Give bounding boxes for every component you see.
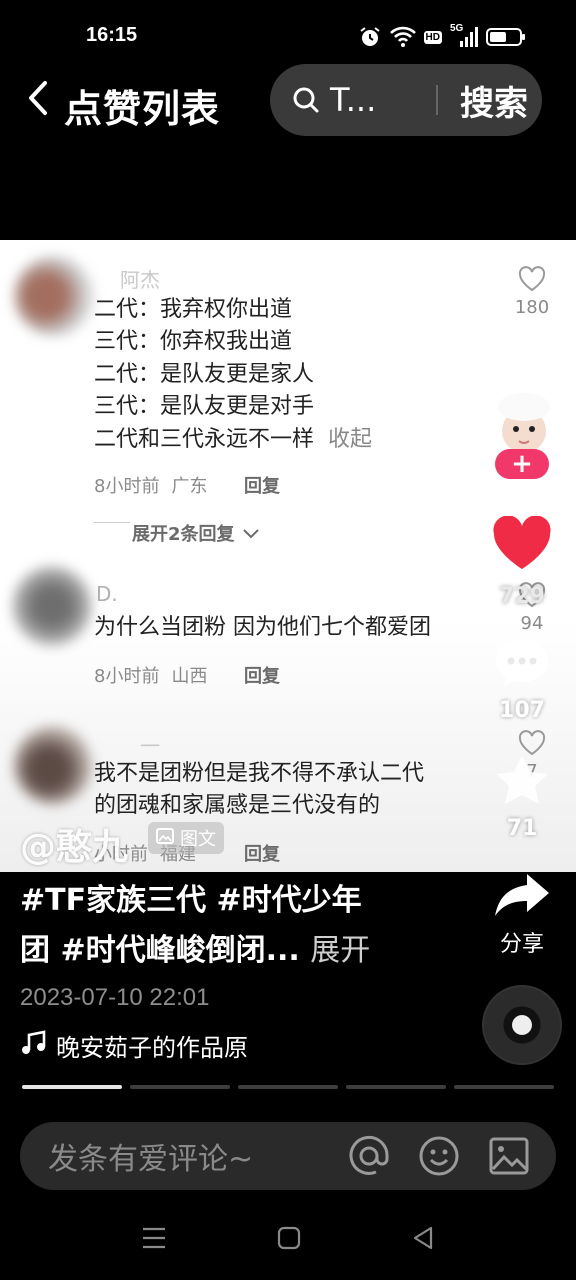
expand-replies-button[interactable]: 展开2条回复 (132, 520, 259, 546)
search-button[interactable]: 搜索 (460, 76, 528, 125)
comment-username: 一 (140, 734, 160, 758)
system-nav (0, 1210, 576, 1270)
comment-line: 我不是团粉但是我不得不承认二代 (94, 761, 425, 786)
search-bar[interactable]: T... 搜索 (270, 64, 542, 136)
comment-like-count: 94 (520, 613, 544, 634)
comment-bubble-icon (493, 636, 551, 694)
alarm-icon (358, 25, 382, 49)
comment-line: 为什么当团粉 因为他们七个都爱团 (94, 615, 431, 640)
progress-segment (238, 1085, 338, 1089)
comment-avatar (14, 726, 92, 804)
page-title: 点赞列表 (64, 87, 221, 131)
comment-location: 山西 (171, 666, 208, 687)
at-mention-icon[interactable] (346, 1133, 392, 1179)
back-button[interactable] (20, 80, 56, 120)
status-icons: HD 5G (358, 24, 526, 50)
comment-line: 的团魂和家属感是三代没有的 (94, 793, 381, 819)
image-picker-icon[interactable] (486, 1133, 532, 1179)
share-arrow-icon (493, 870, 551, 922)
search-icon (292, 85, 322, 115)
share-label: 分享 (499, 932, 544, 957)
back-icon[interactable] (411, 1226, 435, 1254)
music-disc[interactable] (482, 985, 562, 1065)
post-caption[interactable]: #TF家族三代 #时代少年 团 #时代峰峻倒闭... 展开 (20, 876, 400, 976)
comment-line: 二代：我弃权你出道 (94, 297, 293, 322)
comment-avatar (14, 256, 94, 336)
image-text-badge: 图文 (148, 822, 224, 854)
author-watermark: @憨九 (20, 827, 129, 868)
emoji-icon[interactable] (416, 1133, 462, 1179)
network-label: 5G (450, 23, 464, 34)
music-note-icon (20, 1029, 46, 1062)
progress-segment (454, 1085, 554, 1089)
comment-text: 为什么当团粉 因为他们七个都爱团 (94, 612, 431, 644)
comment-input[interactable]: 发条有爱评论~ (48, 1134, 346, 1178)
favorite-count: 71 (506, 816, 538, 841)
comment-bar[interactable]: 发条有爱评论~ (20, 1122, 556, 1190)
star-icon (493, 752, 551, 812)
expand-caption-link[interactable]: 展开 (310, 933, 370, 968)
status-time: 16:15 (86, 24, 138, 46)
comment-meta: 8小时前 山西 (94, 662, 207, 688)
music-link[interactable]: 晚安茹子的作品原 (20, 1028, 270, 1063)
chevron-left-icon (26, 80, 50, 120)
search-input[interactable]: T... (330, 81, 410, 119)
comment-line: 二代：是队友更是家人 (94, 361, 315, 387)
comment-username: D. (96, 582, 118, 606)
share-action[interactable]: 分享 (480, 870, 564, 958)
comment-line: 三代：是队友更是对手 (94, 394, 315, 420)
menu-icon[interactable] (141, 1226, 167, 1254)
home-icon[interactable] (277, 1226, 301, 1254)
image-icon (156, 827, 174, 849)
expand-replies-label: 展开2条回复 (132, 524, 235, 545)
reply-button[interactable]: 回复 (244, 662, 280, 688)
progress-segment (346, 1085, 446, 1089)
top-nav: 点赞列表 T... 搜索 (0, 64, 576, 136)
collapse-link[interactable]: 收起 (328, 427, 372, 452)
chevron-down-icon (242, 523, 259, 544)
status-bar: 16:15 HD 5G (0, 0, 576, 72)
comment-like-count: 180 (514, 297, 550, 318)
comment-line: 三代：你弃权我出道 (94, 329, 293, 355)
comment-meta: 8小时前 广东 (94, 472, 207, 498)
comment-text: 二代：我弃权你出道 三代：你弃权我出道 二代：是队友更是家人 三代：是队友更是对… (94, 294, 372, 456)
comment-time: 8小时前 (94, 476, 160, 497)
favorite-action[interactable]: 71 (480, 752, 564, 841)
search-divider (436, 85, 438, 115)
music-title: 晚安茹子的作品原 (56, 1034, 248, 1062)
reply-button[interactable]: 回复 (244, 840, 280, 866)
post-date: 2023-07-10 22:01 (20, 984, 210, 1011)
progress-segment (22, 1085, 122, 1089)
image-progress (22, 1085, 554, 1090)
heart-outline-icon (518, 266, 546, 297)
comment-avatar (12, 566, 92, 646)
comment-like[interactable]: 180 (510, 266, 554, 318)
comment-line: 二代和三代永远不一样 (94, 426, 315, 452)
comment-count: 107 (499, 698, 545, 723)
heart-icon (492, 515, 552, 576)
comment-action[interactable]: 107 (480, 636, 564, 723)
comment-text: 我不是团粉但是我不得不承认二代 的团魂和家属感是三代没有的 (94, 758, 424, 823)
follow-button[interactable]: + (495, 449, 549, 479)
like-action[interactable]: 729 (480, 515, 564, 609)
reply-button[interactable]: 回复 (244, 472, 280, 498)
like-count: 729 (499, 584, 545, 609)
image-text-label: 图文 (180, 829, 216, 850)
comment-location: 广东 (171, 476, 208, 497)
hashtag-line[interactable]: #TF家族三代 #时代少年 (20, 876, 400, 926)
wifi-icon (389, 26, 416, 48)
comment-username: 阿杰 (120, 268, 160, 292)
progress-segment (130, 1085, 230, 1089)
battery-icon (486, 27, 526, 47)
hd-badge: HD (423, 30, 442, 44)
hashtag-line[interactable]: 团 #时代峰峻倒闭... (20, 933, 300, 968)
comment-time: 8小时前 (94, 666, 160, 687)
5g-signal-icon: 5G (450, 23, 478, 48)
expand-divider (94, 522, 130, 523)
